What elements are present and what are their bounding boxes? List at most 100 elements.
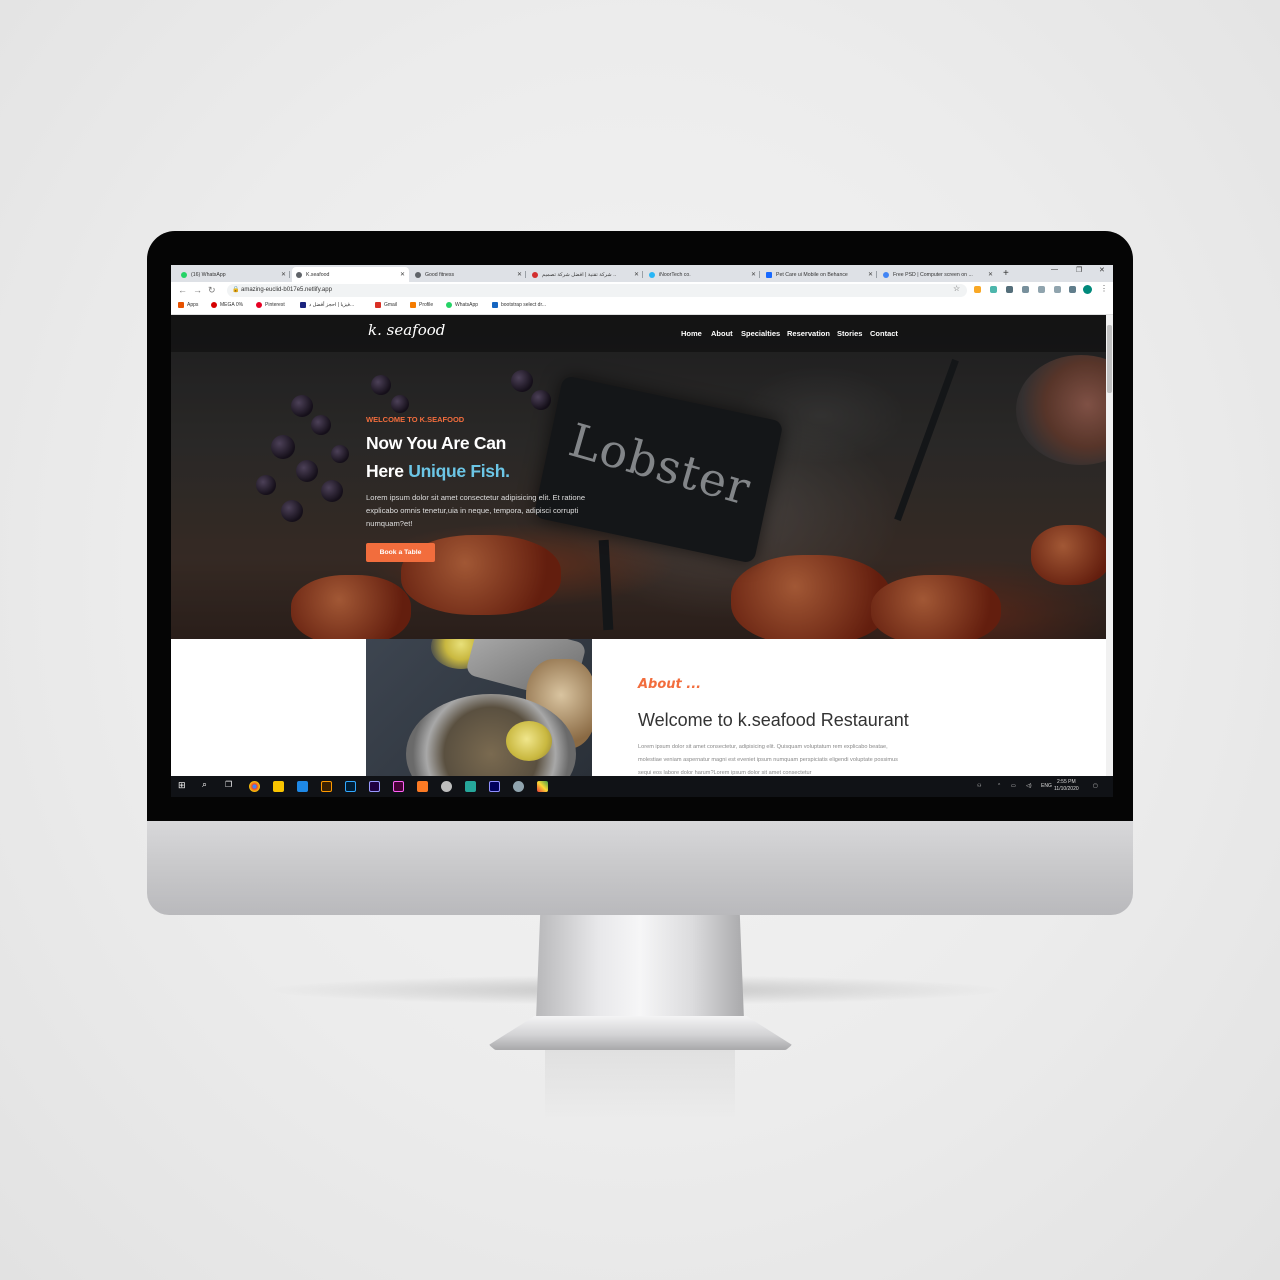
bookmark-label: Apps [187,302,199,308]
bookmark-label: WhatsApp [455,302,479,308]
close-icon[interactable]: ✕ [751,271,756,278]
close-icon[interactable]: ✕ [868,271,873,278]
profile-icon [410,302,416,308]
webpage: Lobster k. seafood Home About Specialtie… [171,315,1106,776]
monitor-stand-base [489,1016,792,1050]
chrome-icon[interactable] [249,781,260,792]
stand-reflection [545,1050,735,1120]
bookmark-label: MEGA 0% [220,302,244,308]
nav-specialties[interactable]: Specialties [741,329,780,338]
windows-start-icon[interactable]: ⊞ [178,780,189,791]
site-logo[interactable]: k. seafood [368,321,445,339]
extension-icon[interactable] [1006,286,1013,293]
pinterest-icon [256,302,262,308]
bookmark-mega[interactable]: MEGA 0% [211,302,243,308]
xampp-icon[interactable] [417,781,428,792]
avatar[interactable] [1083,285,1092,294]
github-desktop-icon[interactable] [441,781,452,792]
bookmark-vezeeta[interactable]: فيزيا | احجز أفضل د... [300,302,354,308]
tab-title: شركة تقنية | افضل شركة تصميم .. [542,271,617,278]
nav-about[interactable]: About [711,329,733,338]
camera-icon[interactable] [1054,286,1061,293]
clock[interactable]: 2:55 PM 11/10/2020 [1054,779,1079,793]
bookmark-profile[interactable]: Profile [410,302,433,308]
star-icon[interactable]: ☆ [953,284,960,293]
nav-stories[interactable]: Stories [837,329,862,338]
nav-home[interactable]: Home [681,329,702,338]
clock-date: 11/10/2020 [1054,786,1079,792]
camera-icon[interactable] [1038,286,1045,293]
hero-title-accent: Unique Fish. [408,461,510,481]
task-view-icon[interactable]: ❐ [225,780,236,791]
people-icon[interactable]: ⚇ [977,783,981,789]
search-icon[interactable]: ⌕ [202,779,213,790]
reload-icon[interactable]: ↻ [208,285,216,296]
bookmark-gmail[interactable]: Gmail [375,302,397,308]
bookmark-bootstrap[interactable]: bootstrap select dr... [492,302,546,308]
photoshop-icon[interactable] [345,781,356,792]
xd-icon[interactable] [393,781,404,792]
bookmark-label: Profile [419,302,434,308]
behance-icon [766,271,772,278]
new-tab-button[interactable]: + [1003,268,1009,279]
close-icon[interactable]: ✕ [634,271,639,278]
tab-separator [642,271,643,278]
menu-icon[interactable]: ⋮ [1100,284,1108,293]
tab-separator [525,271,526,278]
scrollbar-thumb[interactable] [1107,325,1112,393]
bookmark-label: Pinterest [265,302,285,308]
notification-icon[interactable]: ▢ [1093,783,1098,789]
close-window-button[interactable]: ✕ [1099,266,1105,274]
tab-title: Good fitness [425,271,455,278]
media-encoder-icon[interactable] [489,781,500,792]
extension-icon[interactable] [1022,286,1029,293]
hero-overlay [171,315,1106,639]
puzzle-icon[interactable] [1069,286,1076,293]
vscode-icon[interactable] [297,781,308,792]
tab-freepik[interactable]: Free PSD | Computer screen on ... ✕ [879,267,997,282]
after-effects-icon[interactable] [369,781,380,792]
extension-icon[interactable] [974,286,981,293]
screen: (16) WhatsApp ✕ K.seafood ✕ Good fitness… [171,265,1113,797]
close-icon[interactable]: ✕ [517,271,522,278]
nav-contact[interactable]: Contact [870,329,898,338]
book-table-button[interactable]: Book a Table [366,543,435,562]
restore-button[interactable]: ❐ [1076,266,1082,274]
page-scrollbar[interactable] [1106,315,1113,776]
gmail-icon [375,302,381,308]
language-indicator[interactable]: ENG [1041,783,1052,789]
bookmark-whatsapp[interactable]: WhatsApp [446,302,478,308]
volume-icon[interactable]: ◁) [1026,783,1032,789]
tab-good-fitness[interactable]: Good fitness ✕ [411,267,526,282]
bookmark-pinterest[interactable]: Pinterest [256,302,285,308]
back-icon[interactable]: ← [178,285,187,295]
chevron-up-icon[interactable]: ⌃ [997,783,1001,789]
tab-inoortech[interactable]: iNoorTech co. ✕ [645,267,760,282]
network-icon[interactable]: ▭ [1011,783,1016,789]
tab-kseafood[interactable]: K.seafood ✕ [292,267,409,282]
minimize-button[interactable]: — [1051,266,1058,273]
tab-behance[interactable]: Pet Care ui Mobile on Behance ✕ [762,267,877,282]
lemon-decor [506,721,552,761]
forward-icon[interactable]: → [193,285,202,295]
tab-whatsapp[interactable]: (16) WhatsApp ✕ [177,267,290,282]
tab-separator [759,271,760,278]
extension-icon[interactable] [990,286,997,293]
tab-tech-company[interactable]: شركة تقنية | افضل شركة تصميم .. ✕ [528,267,643,282]
globe-icon [415,271,421,278]
close-icon[interactable]: ✕ [400,271,405,278]
about-heading: Welcome to k.seafood Restaurant [638,710,909,730]
vezeeta-icon [300,302,306,308]
app-icon[interactable] [513,781,524,792]
nav-reservation[interactable]: Reservation [787,329,830,338]
close-icon[interactable]: ✕ [281,271,286,278]
app-icon[interactable] [537,781,548,792]
address-bar[interactable]: 🔒 amazing-euclid-b017e5.netlify.app [227,284,967,297]
bookmark-apps[interactable]: Apps [178,302,198,308]
app-icon[interactable] [465,781,476,792]
illustrator-icon[interactable] [321,781,332,792]
close-icon[interactable]: ✕ [988,271,993,278]
tab-separator [289,271,290,278]
bookmark-label: فيزيا | احجز أفضل د... [309,302,355,308]
file-explorer-icon[interactable] [273,781,284,792]
